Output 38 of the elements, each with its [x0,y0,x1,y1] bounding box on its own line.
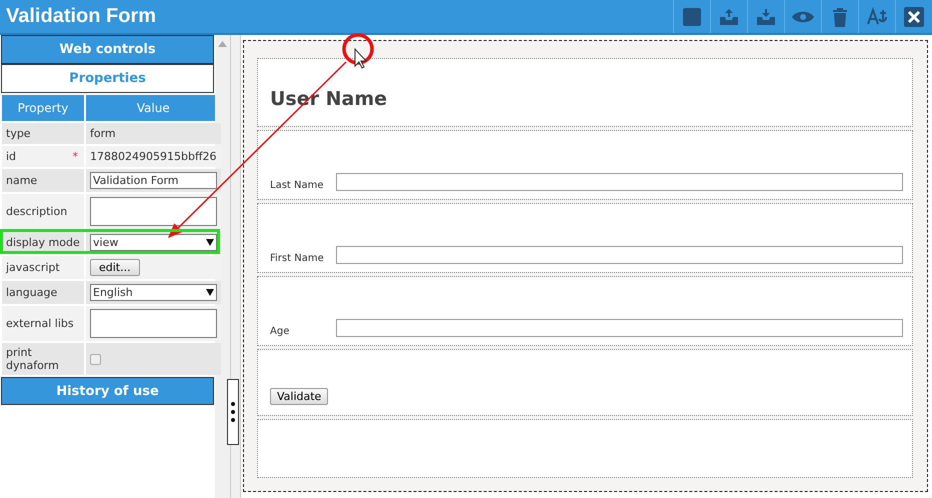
property-name: name [2,169,84,192]
caret-icon [206,239,214,246]
name-field[interactable]: Validation Form [90,172,217,189]
property-name: id * [2,146,84,167]
caret-icon [206,289,214,296]
text-field[interactable] [336,173,903,191]
field-label: Age [270,326,290,337]
dropdown[interactable]: view [90,234,217,251]
required-mark: * [72,150,78,163]
text-area[interactable] [90,309,217,338]
checkbox[interactable] [90,354,101,364]
column-header: Property [2,95,84,121]
validate-button[interactable]: Validate [270,388,328,405]
property-value: 1788024905915bbff26 [90,150,217,163]
splitter-handle[interactable] [227,378,239,444]
form-row[interactable]: First Name [257,203,913,273]
field-label: First Name [270,253,325,264]
form-row[interactable]: Validate [257,349,913,416]
dropdown[interactable]: English [90,284,217,301]
text-field[interactable] [336,246,903,264]
form-row[interactable]: Age [257,276,913,346]
property-name: description [2,194,84,229]
property-name: javascript [2,256,84,279]
form-row[interactable]: Last Name [257,130,913,200]
field-label: Last Name [270,180,325,191]
property-name: external libs [2,306,84,341]
annotation-circle [342,33,374,65]
edit-button[interactable]: edit... [90,259,140,276]
property-name: type [2,123,84,144]
scroll-up-icon[interactable] [218,41,227,47]
property-name: language [2,281,84,304]
window-title: Validation Form [5,5,158,28]
cursor-icon [354,48,368,69]
close-icon [902,4,926,28]
text-field[interactable] [336,319,903,337]
property-name: print dynaform [2,343,84,375]
text-area[interactable] [90,197,217,226]
property-value: form [90,127,116,140]
